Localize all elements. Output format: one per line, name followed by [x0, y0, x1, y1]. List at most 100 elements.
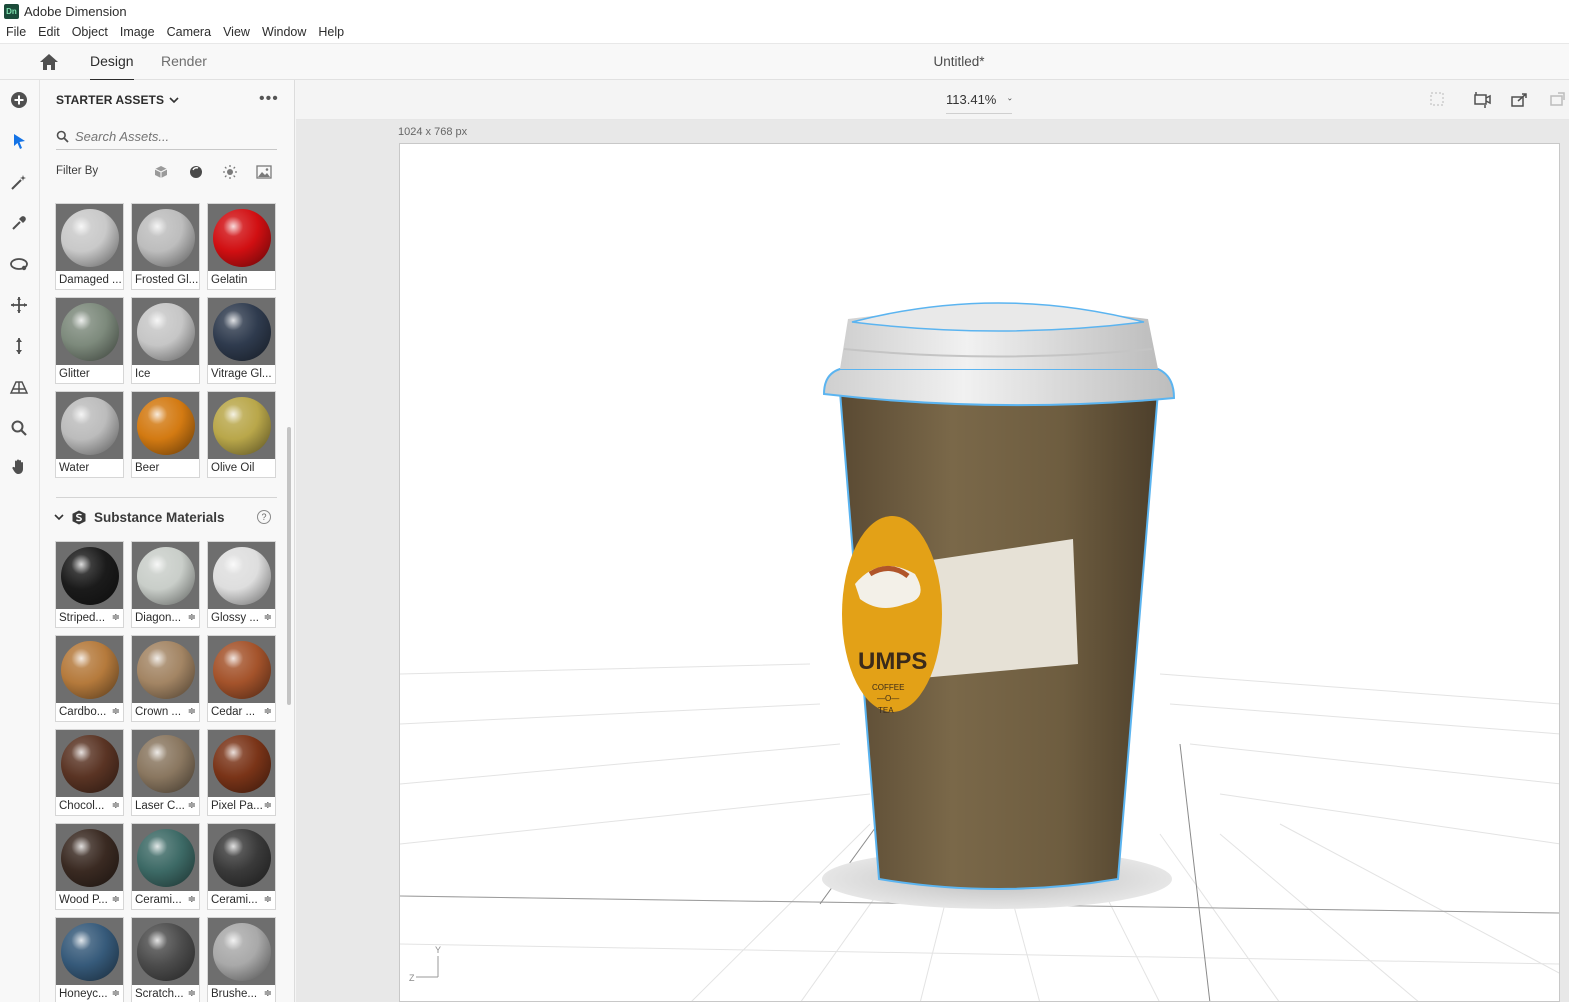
material-tile[interactable]: Glossy ... ≑ — [207, 541, 276, 628]
starter-assets-dropdown[interactable]: STARTER ASSETS — [56, 93, 179, 107]
sliders-icon[interactable]: ≑ — [112, 985, 120, 1002]
sample-material-icon[interactable] — [8, 212, 30, 234]
horizon-tool-icon[interactable] — [8, 376, 30, 398]
menu-window[interactable]: Window — [256, 22, 312, 43]
help-icon[interactable]: ? — [257, 510, 271, 524]
render-preview-icon[interactable] — [1549, 91, 1569, 109]
material-label: Laser C... — [135, 800, 185, 812]
sliders-icon[interactable]: ≑ — [188, 797, 196, 815]
assets-panel: STARTER ASSETS ••• Filter By Damaged ...… — [40, 80, 295, 1002]
chevron-down-icon — [54, 514, 64, 521]
dolly-camera-icon[interactable] — [8, 335, 30, 357]
add-content-icon[interactable] — [8, 89, 30, 111]
sliders-icon[interactable]: ≑ — [112, 703, 120, 721]
select-tool-icon[interactable] — [8, 130, 30, 152]
material-tile[interactable]: Ice — [131, 297, 200, 384]
menu-object[interactable]: Object — [66, 22, 114, 43]
substance-section-header[interactable]: Substance Materials — [54, 510, 225, 525]
camera-bookmark-icon[interactable] — [1473, 91, 1493, 109]
material-tile[interactable]: Gelatin — [207, 203, 276, 290]
material-tile[interactable]: Diagon... ≑ — [131, 541, 200, 628]
sliders-icon[interactable]: ≑ — [112, 891, 120, 909]
model-filter-icon[interactable] — [153, 164, 169, 180]
zoom-dropdown[interactable]: 113.41% — [946, 92, 1012, 114]
material-tile[interactable]: Wood P... ≑ — [55, 823, 124, 910]
sliders-icon[interactable]: ≑ — [188, 703, 196, 721]
substance-section-title: Substance Materials — [94, 510, 225, 525]
magic-wand-icon[interactable] — [8, 171, 30, 193]
material-tile[interactable]: Striped... ≑ — [55, 541, 124, 628]
search-input[interactable] — [75, 129, 265, 144]
material-label: Gelatin — [211, 274, 248, 286]
canvas-area: 1024 x 768 px UMPS COFFEE —O— TEA Y Z — [296, 120, 1569, 1002]
light-filter-icon[interactable] — [222, 164, 238, 180]
material-tile[interactable]: Olive Oil — [207, 391, 276, 478]
material-tile[interactable]: Honeyc... ≑ — [55, 917, 124, 1002]
material-label: Ice — [135, 368, 151, 380]
logo-text: UMPS — [858, 648, 927, 675]
section-divider — [56, 497, 277, 498]
hand-tool-icon[interactable] — [8, 456, 30, 478]
sliders-icon[interactable]: ≑ — [264, 891, 272, 909]
sliders-icon[interactable]: ≑ — [264, 609, 272, 627]
material-tile[interactable]: Crown ... ≑ — [131, 635, 200, 722]
more-options-icon[interactable]: ••• — [259, 90, 279, 108]
menu-help[interactable]: Help — [312, 22, 350, 43]
material-swatch — [60, 828, 119, 887]
material-tile[interactable]: Scratch... ≑ — [131, 917, 200, 1002]
material-tile[interactable]: Vitrage Gl... — [207, 297, 276, 384]
share-export-icon[interactable] — [1510, 91, 1530, 109]
material-label: Frosted Gl... — [135, 274, 199, 286]
frame-selection-icon[interactable] — [1429, 91, 1449, 109]
material-label: Glossy ... — [211, 612, 259, 624]
sliders-icon[interactable]: ≑ — [112, 609, 120, 627]
material-swatch — [60, 302, 119, 361]
material-tile[interactable]: Cedar ... ≑ — [207, 635, 276, 722]
sliders-icon[interactable]: ≑ — [264, 797, 272, 815]
cup-lid-rim — [822, 368, 1176, 407]
material-tile[interactable]: Chocol... ≑ — [55, 729, 124, 816]
material-tile[interactable]: Water — [55, 391, 124, 478]
sliders-icon[interactable]: ≑ — [264, 703, 272, 721]
material-swatch — [136, 734, 195, 793]
material-tile[interactable]: Beer — [131, 391, 200, 478]
material-tile[interactable]: Frosted Gl... — [131, 203, 200, 290]
panel-scrollbar[interactable] — [287, 427, 291, 705]
material-tile[interactable]: Cerami... ≑ — [131, 823, 200, 910]
menu-bar: File Edit Object Image Camera View Windo… — [0, 22, 1569, 43]
search-field[interactable] — [56, 124, 277, 150]
menu-camera[interactable]: Camera — [161, 22, 217, 43]
material-tile[interactable]: Laser C... ≑ — [131, 729, 200, 816]
menu-file[interactable]: File — [0, 22, 32, 43]
material-tile[interactable]: Glitter — [55, 297, 124, 384]
pan-camera-icon[interactable] — [8, 294, 30, 316]
scene-render[interactable]: UMPS COFFEE —O— TEA Y Z — [400, 144, 1560, 1002]
sliders-icon[interactable]: ≑ — [188, 609, 196, 627]
orbit-camera-icon[interactable] — [8, 253, 30, 275]
material-tile[interactable]: Pixel Pa... ≑ — [207, 729, 276, 816]
app-title: Adobe Dimension — [24, 3, 127, 19]
menu-edit[interactable]: Edit — [32, 22, 66, 43]
material-label: Honeyc... — [59, 988, 108, 1000]
sliders-icon[interactable]: ≑ — [264, 985, 272, 1002]
3d-canvas[interactable]: UMPS COFFEE —O— TEA Y Z — [399, 143, 1560, 1002]
material-tile[interactable]: Damaged ... — [55, 203, 124, 290]
sliders-icon[interactable]: ≑ — [112, 797, 120, 815]
panel-header-label: STARTER ASSETS — [56, 93, 165, 107]
material-swatch — [212, 302, 271, 361]
material-filter-icon[interactable] — [188, 164, 204, 180]
menu-image[interactable]: Image — [114, 22, 161, 43]
menu-view[interactable]: View — [217, 22, 256, 43]
material-label: Beer — [135, 462, 160, 474]
cup-lid-cap — [851, 302, 1145, 332]
material-swatch — [60, 922, 119, 981]
logo-subtext-divider: —O— — [877, 694, 899, 703]
material-label: Cerami... — [135, 894, 182, 906]
material-tile[interactable]: Cardbo... ≑ — [55, 635, 124, 722]
zoom-tool-icon[interactable] — [8, 417, 30, 439]
material-tile[interactable]: Cerami... ≑ — [207, 823, 276, 910]
image-filter-icon[interactable] — [256, 164, 272, 180]
material-tile[interactable]: Brushe... ≑ — [207, 917, 276, 1002]
sliders-icon[interactable]: ≑ — [188, 891, 196, 909]
sliders-icon[interactable]: ≑ — [188, 985, 196, 1002]
